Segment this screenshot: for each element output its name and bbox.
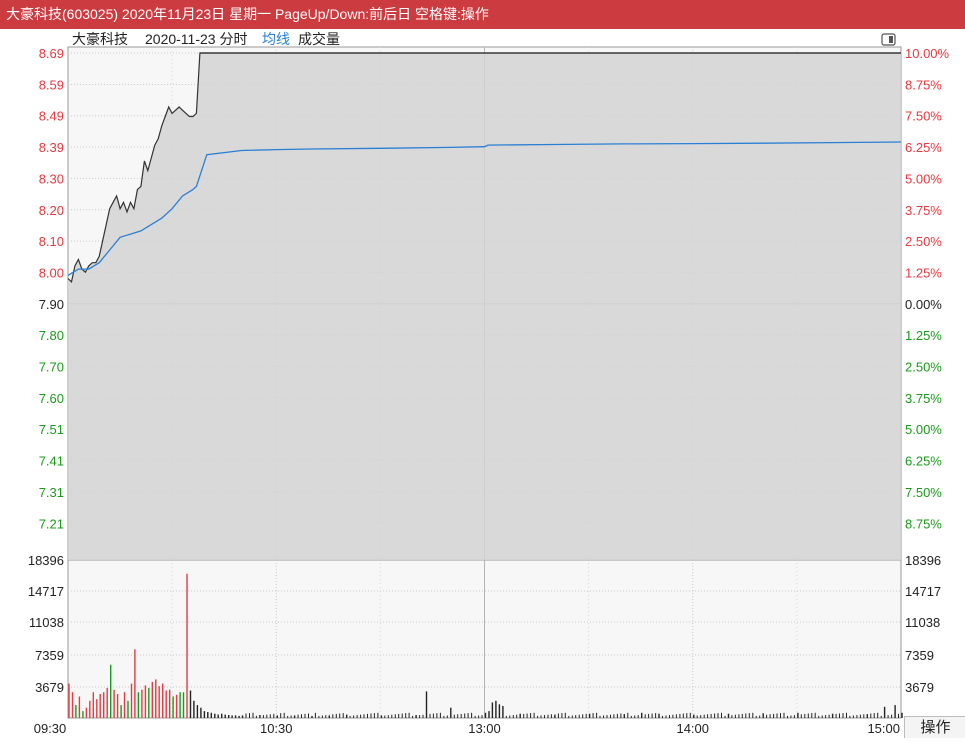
stock-name: 大豪科技 (72, 31, 128, 47)
chart-svg[interactable]: 8.69 8.59 8.49 8.39 8.30 8.20 8.10 8.00 7.90 7.80… (0, 29, 965, 737)
price-tick-label: 7.41 (39, 454, 64, 469)
volume-tick-label: 11038 (905, 615, 940, 630)
percent-tick-label: 5.00% (905, 171, 942, 186)
price-tick-label: 8.30 (39, 171, 64, 186)
price-area (68, 53, 901, 560)
price-tick-label: 7.51 (39, 422, 64, 437)
percent-tick-label: 3.75% (905, 391, 942, 406)
percent-tick-label: 8.75% (905, 516, 942, 531)
price-tick-label: 8.49 (39, 109, 64, 124)
percent-tick-label: 1.25% (905, 265, 942, 280)
intraday-chart[interactable]: 8.69 8.59 8.49 8.39 8.30 8.20 8.10 8.00 7.90 7.80… (0, 29, 965, 737)
price-tick-label: 7.60 (39, 391, 64, 406)
time-tick-label: 09:30 (34, 721, 67, 736)
percent-tick-label: 0.00% (905, 297, 942, 312)
price-axis-left: 8.69 8.59 8.49 8.39 8.30 8.20 8.10 8.00 7.90 7.80… (28, 46, 64, 695)
volume-label: 成交量 (298, 31, 340, 47)
volume-tick-label: 3679 (35, 680, 64, 695)
price-tick-label: 8.20 (39, 203, 64, 218)
volume-tick-label: 14717 (28, 584, 64, 599)
price-tick-label: 8.69 (39, 46, 64, 61)
price-tick-label: 8.59 (39, 77, 64, 92)
price-tick-label: 8.39 (39, 140, 64, 155)
price-area-fill (68, 53, 901, 560)
date-label: 2020-11-23 分时 (145, 31, 247, 47)
price-tick-label: 7.70 (39, 360, 64, 375)
price-tick-label: 7.31 (39, 485, 64, 500)
percent-tick-label: 3.75% (905, 203, 942, 218)
percent-tick-label: 6.25% (905, 454, 942, 469)
panel-toggle-icon[interactable] (881, 33, 896, 46)
time-tick-label: 10:30 (260, 721, 293, 736)
price-tick-label: 7.80 (39, 328, 64, 343)
window-title: 大豪科技(603025) 2020年11月23日 星期一 PageUp/Down… (0, 0, 965, 29)
percent-tick-label: 10.00% (905, 46, 950, 61)
percent-axis-right: 10.00% 8.75% 7.50% 6.25% 5.00% 3.75% 2.50% 1.25… (905, 46, 950, 695)
percent-tick-label: 7.50% (905, 485, 942, 500)
volume-tick-label: 3679 (905, 680, 934, 695)
time-axis: 09:30 10:30 13:00 14:00 15:00 (34, 721, 900, 736)
percent-tick-label: 2.50% (905, 360, 942, 375)
percent-tick-label: 8.75% (905, 77, 942, 92)
volume-tick-label: 7359 (905, 648, 934, 663)
percent-tick-label: 2.50% (905, 234, 942, 249)
time-tick-label: 14:00 (676, 721, 709, 736)
time-tick-label: 15:00 (867, 721, 900, 736)
volume-tick-label: 14717 (905, 584, 941, 599)
time-tick-label: 13:00 (468, 721, 501, 736)
volume-tick-label: 11038 (29, 615, 64, 630)
volume-tick-label: 18396 (28, 553, 64, 568)
volume-tick-label: 18396 (905, 553, 941, 568)
price-tick-label: 8.00 (39, 265, 64, 280)
operate-button[interactable]: 操作 (904, 716, 965, 738)
price-tick-label: 8.10 (39, 234, 64, 249)
price-tick-label: 7.21 (39, 516, 64, 531)
price-tick-label: 7.90 (39, 297, 64, 312)
volume-tick-label: 7359 (35, 648, 64, 663)
percent-tick-label: 1.25% (905, 328, 942, 343)
percent-tick-label: 7.50% (905, 109, 942, 124)
avg-line-label[interactable]: 均线 (262, 31, 290, 47)
percent-tick-label: 6.25% (905, 140, 942, 155)
percent-tick-label: 5.00% (905, 422, 942, 437)
